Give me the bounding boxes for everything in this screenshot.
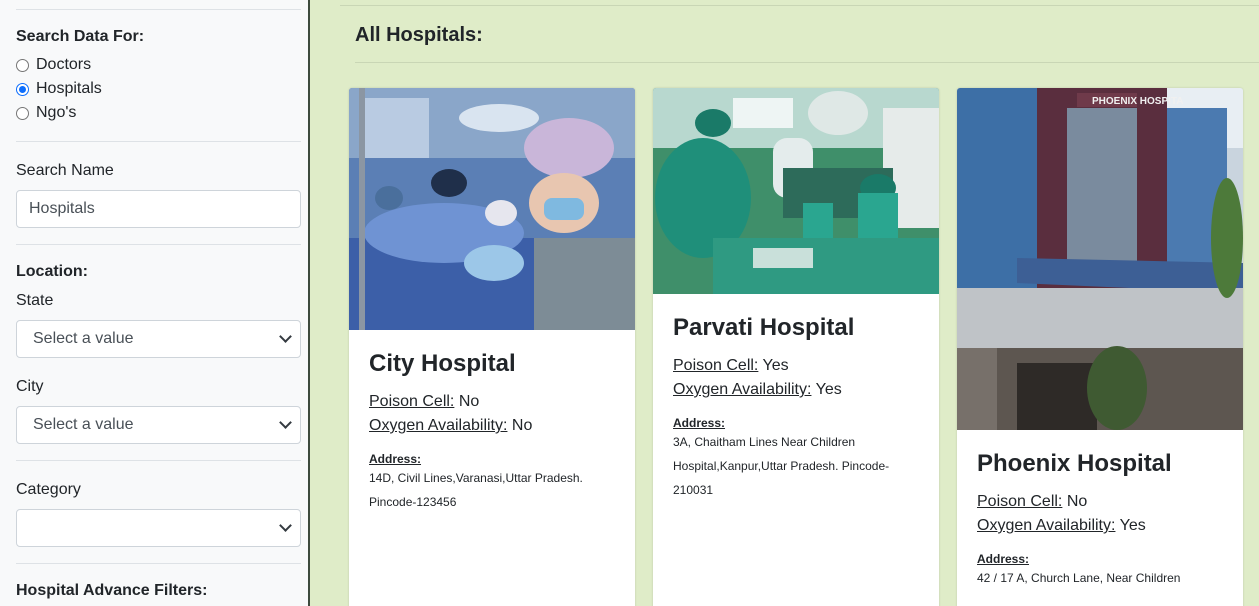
divider — [355, 62, 1259, 63]
radio-label: Doctors — [36, 56, 92, 73]
state-select[interactable]: Select a value — [16, 320, 301, 358]
hospital-card[interactable]: Parvati Hospital Poison Cell: Yes Oxygen… — [653, 88, 939, 606]
poison-cell-label: Poison Cell: — [369, 393, 455, 410]
address-text: 14D, Civil Lines,Varanasi,Uttar Pradesh.… — [369, 471, 583, 509]
divider — [340, 5, 1259, 6]
divider — [16, 563, 301, 564]
radio-label: Hospitals — [36, 80, 102, 97]
oxygen-label: Oxygen Availability: — [369, 417, 508, 434]
address-text: 3A, Chaitham Lines Near Children Hospita… — [673, 435, 890, 497]
city-select[interactable]: Select a value — [16, 406, 301, 444]
hospital-photo: PHOENIX HOSPITA — [957, 88, 1243, 430]
hospital-photo — [653, 88, 939, 294]
divider — [16, 141, 301, 142]
poison-cell-value: No — [458, 393, 480, 410]
search-for-title: Search Data For: — [16, 28, 145, 45]
location-title: Location: — [16, 263, 88, 280]
radio-button[interactable] — [16, 82, 29, 96]
radio-label: Ngo's — [36, 104, 77, 121]
hospital-photo — [349, 88, 635, 330]
search-name-label: Search Name — [16, 162, 114, 179]
poison-cell-row: Poison Cell: No — [977, 490, 1227, 514]
radio-button[interactable] — [16, 58, 29, 72]
divider — [16, 9, 301, 10]
chevron-down-icon — [279, 330, 292, 343]
oxygen-value: Yes — [815, 381, 842, 398]
oxygen-row: Oxygen Availability: Yes — [673, 378, 923, 402]
category-select[interactable] — [16, 509, 301, 547]
radio-button[interactable] — [16, 106, 29, 120]
oxygen-row: Oxygen Availability: No — [369, 414, 619, 438]
radio-doctors[interactable]: Doctors — [16, 53, 91, 77]
city-select-value: Select a value — [33, 416, 134, 433]
address-label: Address: — [673, 416, 726, 430]
building-sign: PHOENIX HOSPITA — [1092, 96, 1184, 107]
oxygen-label: Oxygen Availability: — [673, 381, 812, 398]
page-title: All Hospitals: — [355, 24, 483, 46]
poison-cell-value: No — [1066, 493, 1088, 510]
chevron-down-icon — [279, 416, 292, 429]
oxygen-row: Oxygen Availability: Yes — [977, 514, 1227, 538]
card-body: Phoenix Hospital Poison Cell: No Oxygen … — [977, 450, 1227, 590]
card-body: Parvati Hospital Poison Cell: Yes Oxygen… — [673, 314, 923, 502]
hospital-name: Parvati Hospital — [673, 314, 855, 341]
card-body: City Hospital Poison Cell: No Oxygen Ava… — [369, 350, 619, 514]
city-label: City — [16, 378, 44, 395]
state-label: State — [16, 292, 54, 309]
hospital-name: City Hospital — [369, 350, 516, 377]
radio-ngos[interactable]: Ngo's — [16, 101, 76, 125]
state-select-value: Select a value — [33, 330, 134, 347]
search-sidebar: Search Data For: Doctors Hospitals Ngo's… — [0, 0, 310, 606]
advance-filters-title: Hospital Advance Filters: — [16, 582, 208, 599]
search-name-value: Hospitals — [29, 200, 95, 217]
poison-cell-row: Poison Cell: Yes — [673, 354, 923, 378]
search-name-input[interactable]: Hospitals — [16, 190, 301, 228]
address-label: Address: — [369, 452, 422, 466]
poison-cell-label: Poison Cell: — [977, 493, 1063, 510]
address-text: 42 / 17 A, Church Lane, Near Children — [977, 571, 1181, 585]
address-label: Address: — [977, 552, 1030, 566]
divider — [16, 460, 301, 461]
poison-cell-row: Poison Cell: No — [369, 390, 619, 414]
hospital-card[interactable]: City Hospital Poison Cell: No Oxygen Ava… — [349, 88, 635, 606]
hospital-card[interactable]: PHOENIX HOSPITA Phoenix Hospital Poison … — [957, 88, 1243, 606]
category-label: Category — [16, 481, 81, 498]
hospital-name: Phoenix Hospital — [977, 450, 1172, 477]
divider — [16, 244, 301, 245]
oxygen-value: No — [511, 417, 533, 434]
chevron-down-icon — [279, 519, 292, 532]
poison-cell-value: Yes — [762, 357, 789, 374]
oxygen-label: Oxygen Availability: — [977, 517, 1116, 534]
oxygen-value: Yes — [1119, 517, 1146, 534]
poison-cell-label: Poison Cell: — [673, 357, 759, 374]
radio-hospitals[interactable]: Hospitals — [16, 77, 102, 101]
